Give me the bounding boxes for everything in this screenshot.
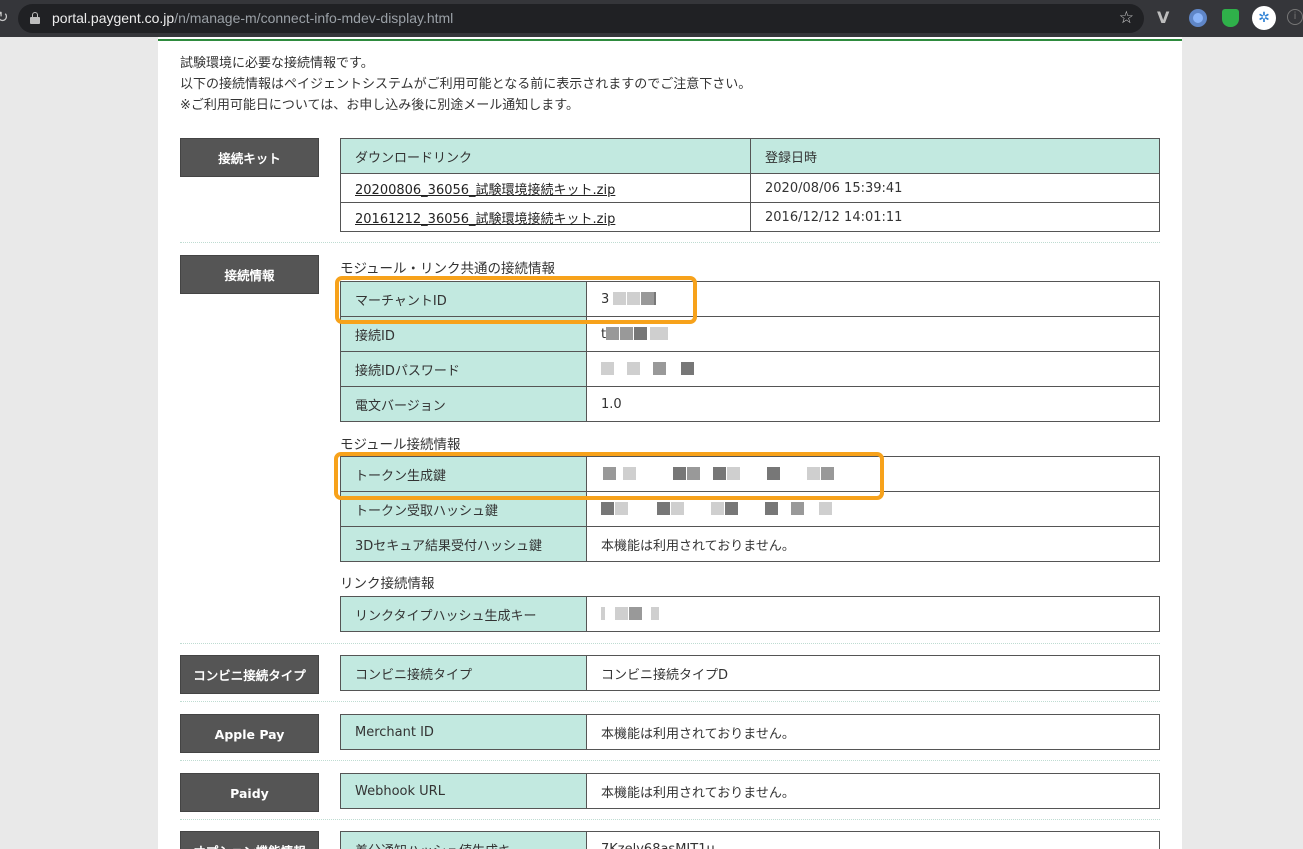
lock-icon <box>30 12 40 24</box>
table-row: リンクタイプハッシュ生成キー <box>340 596 1160 632</box>
table-row: 20200806_36056_試験環境接続キット.zip 2020/08/06 … <box>340 173 1160 203</box>
secure3d-value: 本機能は利用されておりません。 <box>586 526 1160 562</box>
module-info-title: モジュール接続情報 <box>340 437 461 453</box>
divider <box>180 701 1160 702</box>
option-key: 差分通知ハッシュ値生成キー <box>340 831 587 849</box>
cvs-table: コンビニ接続タイプ コンビニ接続タイプD <box>340 655 1160 691</box>
table-row: Merchant ID 本機能は利用されておりません。 <box>340 714 1160 750</box>
cvs-key: コンビニ接続タイプ <box>340 655 587 691</box>
redacted-value <box>601 607 671 621</box>
applepay-value: 本機能は利用されておりません。 <box>586 714 1160 750</box>
url-host: portal.paygent.co.jp <box>52 10 175 26</box>
kit-download-link[interactable]: 20200806_36056_試験環境接続キット.zip <box>355 183 615 198</box>
divider <box>180 819 1160 820</box>
table-row: コンビニ接続タイプ コンビニ接続タイプD <box>340 655 1160 691</box>
table-row: 電文バージョン 1.0 <box>340 386 1160 422</box>
applepay-table: Merchant ID 本機能は利用されておりません。 <box>340 714 1160 750</box>
version-label: 電文バージョン <box>340 386 587 422</box>
kit-header-date: 登録日時 <box>750 138 1160 174</box>
divider <box>180 760 1160 761</box>
link-hash-label: リンクタイプハッシュ生成キー <box>340 596 587 632</box>
section-label-applepay: Apple Pay <box>180 714 319 753</box>
password-label: 接続IDパスワード <box>340 351 587 387</box>
reload-icon[interactable]: ↻ <box>0 8 9 26</box>
divider <box>180 643 1160 644</box>
applepay-key: Merchant ID <box>340 714 587 750</box>
password-value <box>586 351 1160 387</box>
paidy-key: Webhook URL <box>340 773 587 809</box>
notice-line-3: ※ご利用可能日については、お申し込み後に別途メール通知します。 <box>180 98 579 113</box>
url-text[interactable]: portal.paygent.co.jp/n/manage-m/connect-… <box>52 10 453 26</box>
common-info-title: モジュール・リンク共通の接続情報 <box>340 261 556 277</box>
browser-toolbar: ↻ portal.paygent.co.jp/n/manage-m/connec… <box>0 0 1303 37</box>
main-page: 試験環境に必要な接続情報です。 以下の接続情報はペイジェントシステムがご利用可能… <box>158 37 1182 849</box>
table-row: 接続IDパスワード <box>340 351 1160 387</box>
info-icon[interactable]: i <box>1287 9 1303 25</box>
table-row: 3Dセキュア結果受付ハッシュ鍵 本機能は利用されておりません。 <box>340 526 1160 562</box>
kit-date: 2016/12/12 14:01:11 <box>750 202 1160 232</box>
redacted-value <box>606 327 676 341</box>
extension-v-icon[interactable]: V <box>1157 8 1177 28</box>
notice-line-1: 試験環境に必要な接続情報です。 <box>180 56 374 71</box>
table-row: 差分通知ハッシュ値生成キー 7Kzely68asMIT1u <box>340 831 1160 849</box>
kit-header-link: ダウンロードリンク <box>340 138 751 174</box>
option-table: 差分通知ハッシュ値生成キー 7Kzely68asMIT1u <box>340 831 1160 849</box>
section-label-option: オプション機能情報 <box>180 831 319 849</box>
top-accent-line <box>158 39 1182 41</box>
section-label-kit: 接続キット <box>180 138 319 177</box>
link-info-title: リンク接続情報 <box>340 576 435 592</box>
table-row: Webhook URL 本機能は利用されておりません。 <box>340 773 1160 809</box>
notice-line-2: 以下の接続情報はペイジェントシステムがご利用可能となる前に表示されますのでご注意… <box>180 77 752 92</box>
link-hash-value <box>586 596 1160 632</box>
kit-table: ダウンロードリンク 登録日時 20200806_36056_試験環境接続キット.… <box>340 138 1160 232</box>
option-value: 7Kzely68asMIT1u <box>586 831 1160 849</box>
section-label-cvs: コンビニ接続タイプ <box>180 655 319 694</box>
url-path: /n/manage-m/connect-info-mdev-display.ht… <box>174 10 454 26</box>
extension-circle-icon[interactable] <box>1189 9 1207 27</box>
section-label-paidy: Paidy <box>180 773 319 812</box>
version-value: 1.0 <box>586 386 1160 422</box>
extension-shield-icon[interactable] <box>1222 9 1239 27</box>
notice-text: 試験環境に必要な接続情報です。 以下の接続情報はペイジェントシステムがご利用可能… <box>180 53 751 116</box>
paidy-value: 本機能は利用されておりません。 <box>586 773 1160 809</box>
bookmark-star-icon[interactable]: ☆ <box>1119 8 1134 28</box>
section-label-connection: 接続情報 <box>180 255 319 294</box>
table-row: 20161212_36056_試験環境接続キット.zip 2016/12/12 … <box>340 202 1160 232</box>
highlight-token-key <box>334 452 884 500</box>
address-bar[interactable]: portal.paygent.co.jp/n/manage-m/connect-… <box>18 4 1144 33</box>
kit-download-link[interactable]: 20161212_36056_試験環境接続キット.zip <box>355 212 615 227</box>
redacted-value <box>601 362 701 376</box>
divider <box>180 242 1160 243</box>
cvs-value: コンビニ接続タイプD <box>586 655 1160 691</box>
secure3d-label: 3Dセキュア結果受付ハッシュ鍵 <box>340 526 587 562</box>
link-info-table: リンクタイプハッシュ生成キー <box>340 596 1160 632</box>
extension-bug-icon[interactable]: ✲ <box>1252 6 1276 30</box>
redacted-value <box>601 502 841 516</box>
paidy-table: Webhook URL 本機能は利用されておりません。 <box>340 773 1160 809</box>
highlight-merchant-id <box>335 276 697 324</box>
kit-date: 2020/08/06 15:39:41 <box>750 173 1160 203</box>
